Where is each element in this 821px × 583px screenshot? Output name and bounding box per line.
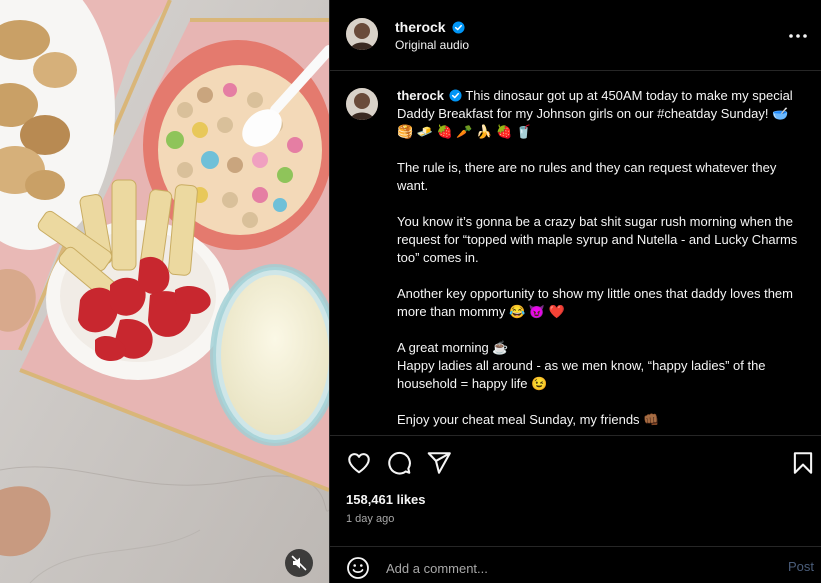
post-media[interactable]	[0, 0, 329, 583]
audio-label[interactable]: Original audio	[395, 38, 469, 52]
caption-paragraph-5: A great morning ☕	[397, 340, 509, 355]
post-comment-button[interactable]: Post	[788, 559, 814, 574]
caption-paragraph-3: You know it’s gonna be a crazy bat shit …	[397, 214, 798, 265]
save-button[interactable]	[790, 450, 816, 476]
more-options-button[interactable]	[786, 24, 810, 48]
caption-avatar[interactable]	[346, 88, 378, 120]
caption-paragraph: therock This dinosaur got up at 450AM to…	[397, 87, 807, 141]
post-author-username[interactable]: therock	[395, 19, 466, 35]
emoji-picker-button[interactable]	[346, 556, 370, 580]
share-icon	[427, 452, 451, 474]
share-button[interactable]	[426, 450, 452, 476]
mute-button[interactable]	[285, 549, 313, 577]
smiley-icon	[347, 557, 369, 579]
caption-text: therock This dinosaur got up at 450AM to…	[397, 87, 807, 435]
action-bar	[330, 450, 821, 480]
comment-button[interactable]	[386, 450, 412, 476]
caption-paragraph-6: Happy ladies all around - as we men know…	[397, 358, 766, 391]
heart-icon	[348, 453, 370, 474]
comment-input[interactable]	[386, 558, 766, 578]
avatar-image	[346, 88, 378, 120]
post-timestamp[interactable]: 1 day ago	[346, 513, 394, 525]
bookmark-icon	[793, 452, 813, 474]
comment-bar: Post	[330, 546, 821, 583]
post-panel: therock Original audio therock This dino…	[329, 0, 821, 583]
like-button[interactable]	[346, 450, 372, 476]
like-count[interactable]: 158,461 likes	[346, 492, 426, 507]
avatar-image	[346, 18, 378, 50]
muted-speaker-icon	[291, 555, 307, 571]
avatar[interactable]	[346, 18, 378, 50]
caption-username[interactable]: therock	[397, 88, 444, 103]
more-horizontal-icon	[789, 34, 807, 38]
verified-badge-icon	[452, 21, 466, 34]
caption-paragraph-7: Enjoy your cheat meal Sunday, my friends…	[397, 412, 660, 427]
caption-paragraph-2: The rule is, there are no rules and they…	[397, 160, 777, 193]
caption-section: therock This dinosaur got up at 450AM to…	[330, 72, 821, 436]
post-header: therock Original audio	[330, 0, 821, 71]
caption-paragraph-4: Another key opportunity to show my littl…	[397, 286, 793, 319]
breakfast-photo	[0, 0, 329, 583]
verified-badge-icon	[449, 89, 462, 102]
username-text[interactable]: therock	[395, 19, 446, 35]
comment-icon	[388, 451, 411, 475]
